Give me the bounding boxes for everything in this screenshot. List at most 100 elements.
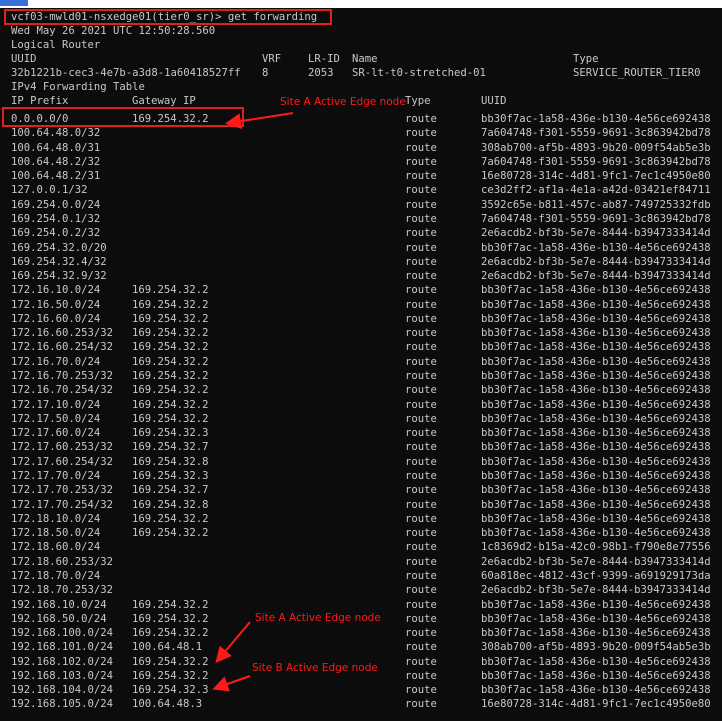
row-gateway: 169.254.32.2 — [132, 341, 209, 354]
default-route-highlight-box — [2, 107, 244, 127]
row-uuid: 2e6acdb2-bf3b-5e7e-8444-b3947333414d — [481, 227, 711, 240]
row-uuid: bb30f7ac-1a58-436e-b130-4e56ce692438 — [481, 627, 711, 640]
table-title: IPv4 Forwarding Table — [11, 80, 145, 94]
row-prefix: 127.0.0.1/32 — [11, 184, 88, 197]
router-row: 32b1221b-cec3-4e7b-a3d8-1a60418527ff 8 2… — [11, 66, 701, 80]
row-gateway: 169.254.32.2 — [132, 370, 209, 383]
row-uuid: 16e80728-314c-4d81-9fc1-7ec1c4950e80 — [481, 170, 711, 183]
row-type: route — [405, 284, 437, 297]
header-uuid: UUID — [11, 53, 37, 65]
row-type: route — [405, 298, 437, 311]
row-type: route — [405, 498, 437, 511]
col-gateway-ip: Gateway IP — [132, 95, 196, 107]
row-prefix: 172.16.70.254/32 — [11, 384, 114, 397]
row-uuid: 7a604748-f301-5559-9691-3c863942bd78 — [481, 155, 711, 168]
header-lrid: LR-ID — [308, 53, 340, 65]
row-gateway: 169.254.32.2 — [132, 655, 209, 668]
row-uuid: bb30f7ac-1a58-436e-b130-4e56ce692438 — [481, 355, 711, 368]
row-prefix: 172.16.60.253/32 — [11, 327, 114, 340]
row-type: route — [405, 427, 437, 440]
row-type: route — [405, 627, 437, 640]
row-gateway: 169.254.32.2 — [132, 312, 209, 325]
row-gateway: 169.254.32.2 — [132, 512, 209, 525]
row-uuid: bb30f7ac-1a58-436e-b130-4e56ce692438 — [481, 512, 711, 525]
section-title: Logical Router — [11, 38, 100, 52]
row-type: route — [405, 384, 437, 397]
row-type: route — [405, 669, 437, 682]
arrow-site-b-104 — [212, 675, 251, 692]
row-prefix: 172.16.70.253/32 — [11, 370, 114, 383]
row-prefix: 172.17.70.0/24 — [11, 470, 101, 482]
row-type: route — [405, 227, 437, 240]
row-uuid: 7a604748-f301-5559-9691-3c863942bd78 — [481, 212, 711, 225]
row-prefix: 192.168.105.0/24 — [11, 698, 114, 711]
row-type: route — [405, 527, 437, 540]
row-prefix: 172.16.60.254/32 — [11, 341, 114, 354]
arrow-site-a-102 — [215, 621, 251, 664]
row-gateway: 169.254.32.2 — [132, 612, 209, 625]
row-type: route — [405, 412, 437, 425]
row-type: route — [405, 113, 437, 125]
row-prefix: 172.18.50.0/24 — [11, 527, 101, 540]
row-prefix: 172.17.50.0/24 — [11, 412, 101, 425]
row-prefix: 172.18.70.253/32 — [11, 584, 114, 597]
row-type: route — [405, 470, 437, 482]
row-uuid: bb30f7ac-1a58-436e-b130-4e56ce692438 — [481, 298, 711, 311]
header-vrf: VRF — [262, 53, 282, 65]
row-type: route — [405, 170, 437, 183]
row-prefix: 192.168.102.0/24 — [11, 655, 114, 668]
row-prefix: 172.18.60.0/24 — [11, 541, 101, 554]
row-prefix: 172.18.70.0/24 — [11, 569, 101, 582]
annotation-site-b-104: Site B Active Edge node — [252, 662, 378, 674]
row-gateway: 169.254.32.8 — [132, 455, 209, 468]
row-uuid: bb30f7ac-1a58-436e-b130-4e56ce692438 — [481, 470, 711, 482]
row-uuid: bb30f7ac-1a58-436e-b130-4e56ce692438 — [481, 669, 711, 682]
logical-router-title: Logical Router — [11, 39, 101, 51]
col-uuid: UUID — [481, 95, 507, 107]
row-gateway: 169.254.32.2 — [132, 598, 209, 611]
row-prefix: 169.254.32.9/32 — [11, 270, 107, 283]
row-type: route — [405, 541, 437, 554]
timestamp: Wed May 26 2021 UTC 12:50:28.560 — [11, 25, 216, 37]
row-prefix: 172.17.70.254/32 — [11, 498, 114, 511]
row-uuid: bb30f7ac-1a58-436e-b130-4e56ce692438 — [481, 241, 711, 254]
row-prefix: 172.17.70.253/32 — [11, 484, 114, 497]
row-prefix: 100.64.48.0/31 — [11, 141, 101, 154]
row-type: route — [405, 569, 437, 582]
router-header-row: UUID VRF LR-ID Name Type — [11, 52, 599, 66]
row-type: route — [405, 270, 437, 283]
row-type: route — [405, 212, 437, 225]
col-ip-prefix: IP Prefix — [11, 95, 69, 107]
row-uuid: bb30f7ac-1a58-436e-b130-4e56ce692438 — [481, 527, 711, 540]
row-type: route — [405, 312, 437, 325]
row-uuid: 2e6acdb2-bf3b-5e7e-8444-b3947333414d — [481, 584, 711, 597]
row-uuid: bb30f7ac-1a58-436e-b130-4e56ce692438 — [481, 284, 711, 297]
row-gateway: 169.254.32.3 — [132, 684, 209, 697]
row-prefix: 192.168.104.0/24 — [11, 684, 114, 697]
row-uuid: bb30f7ac-1a58-436e-b130-4e56ce692438 — [481, 113, 711, 125]
row-prefix: 100.64.48.0/32 — [11, 127, 101, 140]
row-uuid: 1c8369d2-b15a-42c0-98b1-f790e8e77556 — [481, 541, 711, 554]
row-uuid: 2e6acdb2-bf3b-5e7e-8444-b3947333414d — [481, 270, 711, 283]
row-gateway: 169.254.32.3 — [132, 427, 209, 440]
row-type: route — [405, 370, 437, 383]
terminal-window[interactable]: vcf03-mwld01-nsxedge01(tier0_sr)> get fo… — [0, 8, 722, 721]
row-prefix: 192.168.50.0/24 — [11, 612, 107, 625]
row-type: route — [405, 127, 437, 140]
row-gateway: 169.254.32.2 — [132, 527, 209, 540]
row-uuid: 7a604748-f301-5559-9691-3c863942bd78 — [481, 127, 711, 140]
row-uuid: bb30f7ac-1a58-436e-b130-4e56ce692438 — [481, 684, 711, 697]
row-uuid: 308ab700-af5b-4893-9b20-009f54ab5e3b — [481, 641, 711, 654]
row-uuid: bb30f7ac-1a58-436e-b130-4e56ce692438 — [481, 655, 711, 668]
row-prefix: 169.254.0.2/32 — [11, 227, 101, 240]
row-uuid: 60a818ec-4812-43cf-9399-a691929173da — [481, 569, 711, 582]
row-type: route — [405, 441, 437, 454]
window-accent-tab — [0, 0, 28, 6]
row-uuid: ce3d2ff2-af1a-4e1a-a42d-03421ef84711 — [481, 184, 711, 197]
row-gateway: 169.254.32.2 — [132, 298, 209, 311]
row-type: route — [405, 512, 437, 525]
row-prefix: 172.16.50.0/24 — [11, 298, 101, 311]
table-header-row: IP Prefix Gateway IP Type UUID — [11, 94, 507, 108]
row-gateway: 169.254.32.2 — [132, 398, 209, 411]
row-gateway: 169.254.32.8 — [132, 498, 209, 511]
